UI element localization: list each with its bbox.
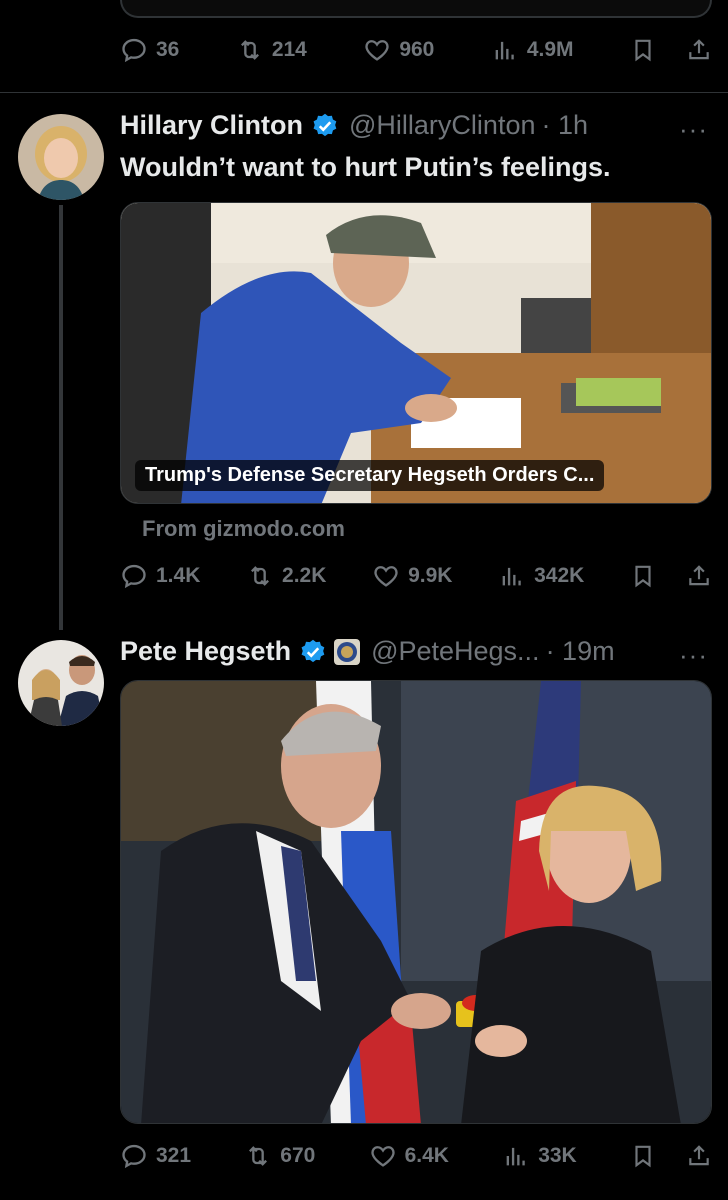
repost-icon (236, 36, 264, 64)
link-card[interactable]: Trump's Defense Secretary Hegseth Orders… (120, 202, 712, 504)
tweet-divider (0, 92, 728, 93)
more-icon[interactable]: ··· (679, 114, 708, 145)
views-icon (502, 1142, 530, 1170)
tweet-image[interactable] (120, 680, 712, 1124)
avatar-pete-hegseth[interactable] (18, 640, 104, 726)
repost-button[interactable]: 2.2K (246, 562, 326, 590)
like-icon (369, 1142, 397, 1170)
like-icon (363, 36, 391, 64)
reply-icon (120, 1142, 148, 1170)
previous-tweet-media-edge (120, 0, 712, 18)
avatar-hillary-clinton[interactable] (18, 114, 104, 200)
tweet-header: Pete Hegseth @PeteHegs... · 19m (120, 636, 615, 667)
thread-line (59, 205, 63, 630)
reply-icon (120, 562, 148, 590)
verified-badge-icon (311, 112, 339, 140)
share-icon (686, 37, 712, 63)
views-button[interactable]: 33K (502, 1142, 577, 1170)
bookmark-button[interactable] (630, 37, 656, 63)
share-icon (686, 563, 712, 589)
like-button[interactable]: 6.4K (369, 1142, 449, 1170)
like-button[interactable]: 9.9K (372, 562, 452, 590)
previous-tweet-action-bar: 36 214 960 4.9M (120, 30, 712, 70)
views-button[interactable]: 4.9M (491, 36, 574, 64)
author-name[interactable]: Hillary Clinton (120, 110, 303, 141)
author-handle[interactable]: @HillaryClinton (349, 110, 535, 141)
share-icon (686, 1143, 712, 1169)
verified-badge-icon (299, 638, 327, 666)
affiliation-seal-icon (334, 638, 361, 665)
views-icon (491, 36, 519, 64)
like-icon (372, 562, 400, 590)
author-handle[interactable]: @PeteHegs... (371, 636, 540, 667)
share-button[interactable] (686, 1143, 712, 1169)
tweet-action-bar: 1.4K 2.2K 9.9K 342K (120, 556, 712, 596)
photo-lavrov-clinton-reset-button (121, 681, 711, 1123)
repost-button[interactable]: 214 (236, 36, 307, 64)
repost-button[interactable]: 670 (244, 1142, 315, 1170)
link-card-title: Trump's Defense Secretary Hegseth Orders… (135, 460, 605, 491)
repost-icon (244, 1142, 272, 1170)
bookmark-button[interactable] (630, 563, 656, 589)
tweet-time[interactable]: · 1h (541, 110, 588, 141)
link-card-image (121, 203, 711, 503)
tweet-header: Hillary Clinton @HillaryClinton · 1h (120, 110, 588, 141)
tweet-action-bar: 321 670 6.4K 33K (120, 1136, 712, 1176)
reply-button[interactable]: 1.4K (120, 562, 200, 590)
bookmark-icon (630, 37, 656, 63)
reply-button[interactable]: 36 (120, 36, 179, 64)
more-icon[interactable]: ··· (679, 640, 708, 671)
bookmark-icon (630, 563, 656, 589)
link-card-source[interactable]: From gizmodo.com (142, 516, 345, 542)
share-button[interactable] (686, 37, 712, 63)
views-button[interactable]: 342K (498, 562, 584, 590)
tweet-text: Wouldn’t want to hurt Putin’s feelings. (120, 152, 611, 182)
reply-icon (120, 36, 148, 64)
like-button[interactable]: 960 (363, 36, 434, 64)
reply-button[interactable]: 321 (120, 1142, 191, 1170)
tweet-time[interactable]: · 19m (546, 636, 615, 667)
views-icon (498, 562, 526, 590)
author-name[interactable]: Pete Hegseth (120, 636, 291, 667)
repost-icon (246, 562, 274, 590)
bookmark-button[interactable] (630, 1143, 656, 1169)
bookmark-icon (630, 1143, 656, 1169)
share-button[interactable] (686, 563, 712, 589)
